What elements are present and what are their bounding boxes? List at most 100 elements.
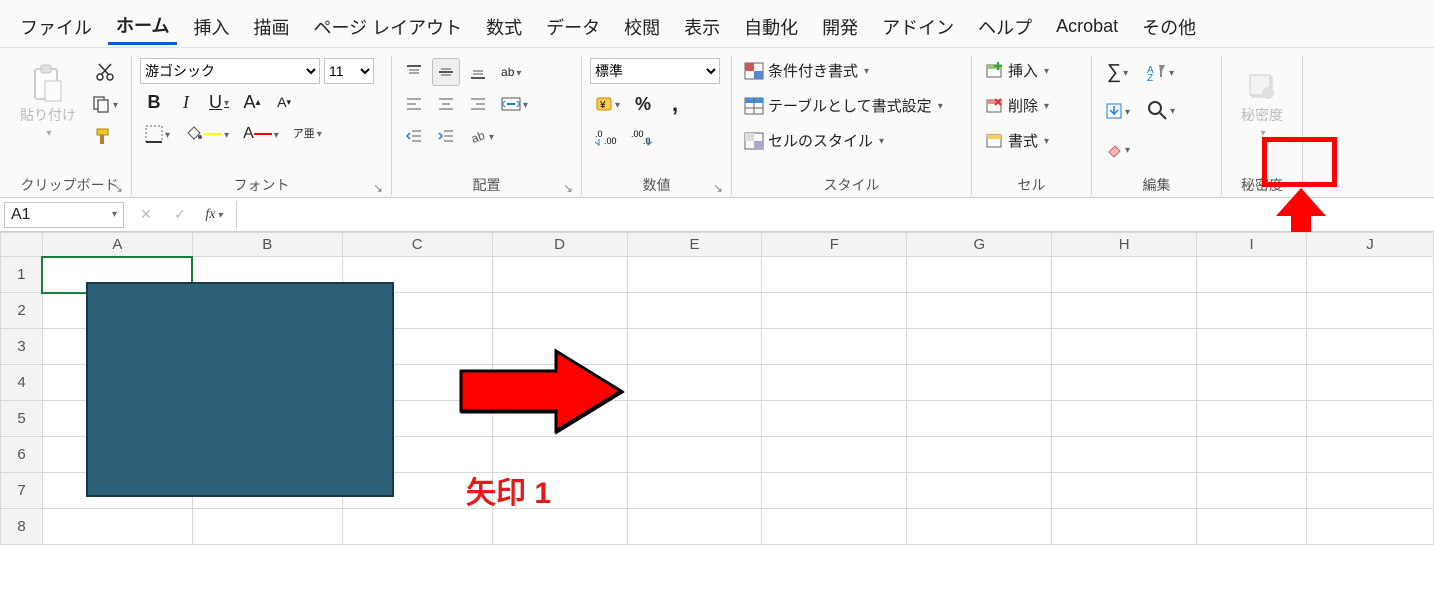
font-name-select[interactable]: 游ゴシック — [140, 58, 320, 84]
cut-button[interactable] — [86, 58, 123, 86]
sort-filter-button[interactable]: AZ — [1141, 58, 1180, 86]
cell[interactable] — [1052, 473, 1197, 509]
tab-more[interactable]: その他 — [1134, 10, 1204, 44]
format-as-table-button[interactable]: テーブルとして書式設定 — [740, 93, 947, 118]
cell[interactable] — [907, 329, 1052, 365]
borders-button[interactable] — [140, 120, 175, 148]
underline-button[interactable]: U — [204, 88, 234, 116]
cell[interactable] — [192, 365, 342, 401]
cell[interactable] — [762, 293, 907, 329]
cell[interactable] — [42, 329, 192, 365]
number-format-select[interactable]: 標準 — [590, 58, 720, 84]
tab-pagelayout[interactable]: ページ レイアウト — [305, 10, 470, 44]
increase-indent-button[interactable] — [432, 122, 460, 150]
cell[interactable] — [42, 293, 192, 329]
tab-view[interactable]: 表示 — [676, 10, 728, 44]
cell[interactable] — [342, 473, 492, 509]
cell[interactable] — [492, 437, 627, 473]
cell[interactable] — [492, 257, 627, 293]
italic-button[interactable]: I — [172, 88, 200, 116]
cell[interactable] — [492, 401, 627, 437]
tab-help[interactable]: ヘルプ — [970, 10, 1040, 44]
cell[interactable] — [907, 293, 1052, 329]
cell[interactable] — [627, 257, 762, 293]
cell[interactable] — [342, 329, 492, 365]
insert-cells-button[interactable]: 挿入 — [980, 58, 1053, 83]
insert-function-button[interactable]: fx — [200, 201, 228, 229]
autosum-button[interactable]: ∑ — [1100, 58, 1135, 87]
tab-home[interactable]: ホーム — [108, 8, 177, 45]
cell[interactable] — [1307, 329, 1434, 365]
cell[interactable] — [1197, 257, 1307, 293]
cell[interactable] — [627, 365, 762, 401]
percent-button[interactable]: % — [629, 90, 657, 118]
tab-draw[interactable]: 描画 — [245, 10, 297, 44]
sensitivity-button[interactable]: 秘密度 — [1230, 58, 1294, 138]
cell[interactable] — [192, 257, 342, 293]
cell[interactable] — [1197, 365, 1307, 401]
cell[interactable] — [192, 329, 342, 365]
col-header[interactable]: C — [342, 233, 492, 257]
formula-input[interactable] — [236, 202, 1430, 228]
conditional-formatting-button[interactable]: 条件付き書式 — [740, 58, 873, 83]
font-size-select[interactable]: 11 — [324, 58, 374, 84]
align-right-button[interactable] — [464, 90, 492, 118]
cell[interactable] — [1052, 293, 1197, 329]
row-header[interactable]: 8 — [1, 509, 43, 545]
font-color-button[interactable]: A — [238, 120, 284, 148]
name-box[interactable]: A1 ▾ — [4, 202, 124, 228]
cell[interactable] — [1052, 365, 1197, 401]
cell[interactable] — [1307, 293, 1434, 329]
cell[interactable] — [42, 365, 192, 401]
delete-cells-button[interactable]: 削除 — [980, 93, 1053, 118]
cell[interactable] — [342, 257, 492, 293]
cell[interactable] — [1052, 257, 1197, 293]
find-select-button[interactable] — [1141, 96, 1180, 124]
cell[interactable] — [492, 365, 627, 401]
cell[interactable] — [762, 365, 907, 401]
bold-button[interactable]: B — [140, 88, 168, 116]
tab-review[interactable]: 校閲 — [616, 10, 668, 44]
cell[interactable] — [907, 509, 1052, 545]
cell[interactable] — [192, 293, 342, 329]
cell[interactable] — [907, 401, 1052, 437]
row-header[interactable]: 6 — [1, 437, 43, 473]
row-header[interactable]: 3 — [1, 329, 43, 365]
cell[interactable] — [1197, 293, 1307, 329]
cell[interactable] — [907, 365, 1052, 401]
format-painter-button[interactable] — [86, 122, 123, 150]
cell[interactable] — [762, 257, 907, 293]
cell[interactable] — [762, 509, 907, 545]
cell[interactable] — [627, 437, 762, 473]
cell[interactable] — [1197, 437, 1307, 473]
cell[interactable] — [192, 509, 342, 545]
merge-center-button[interactable] — [496, 90, 533, 118]
clipboard-dialog-launcher-icon[interactable]: ↘ — [113, 181, 123, 195]
align-center-button[interactable] — [432, 90, 460, 118]
cell[interactable] — [192, 473, 342, 509]
col-header[interactable]: G — [907, 233, 1052, 257]
row-header[interactable]: 2 — [1, 293, 43, 329]
tab-acrobat[interactable]: Acrobat — [1048, 12, 1126, 41]
cell[interactable] — [192, 401, 342, 437]
tab-insert[interactable]: 挿入 — [185, 10, 237, 44]
enter-formula-button[interactable]: ✓ — [166, 201, 194, 229]
cell[interactable] — [42, 509, 192, 545]
cell[interactable] — [627, 329, 762, 365]
col-header[interactable]: A — [42, 233, 192, 257]
cell[interactable] — [492, 473, 627, 509]
cell[interactable] — [1197, 401, 1307, 437]
wrap-text-button[interactable]: ab — [496, 58, 526, 86]
cell[interactable] — [762, 329, 907, 365]
cell[interactable] — [1052, 437, 1197, 473]
cell[interactable] — [762, 437, 907, 473]
align-middle-button[interactable] — [432, 58, 460, 86]
cell[interactable] — [1052, 509, 1197, 545]
col-header[interactable]: E — [627, 233, 762, 257]
decrease-decimal-button[interactable]: .00.0 — [626, 124, 658, 152]
cell[interactable] — [627, 473, 762, 509]
cell[interactable] — [1307, 509, 1434, 545]
decrease-indent-button[interactable] — [400, 122, 428, 150]
accounting-format-button[interactable]: ¥ — [590, 90, 625, 118]
comma-button[interactable]: , — [661, 88, 689, 120]
